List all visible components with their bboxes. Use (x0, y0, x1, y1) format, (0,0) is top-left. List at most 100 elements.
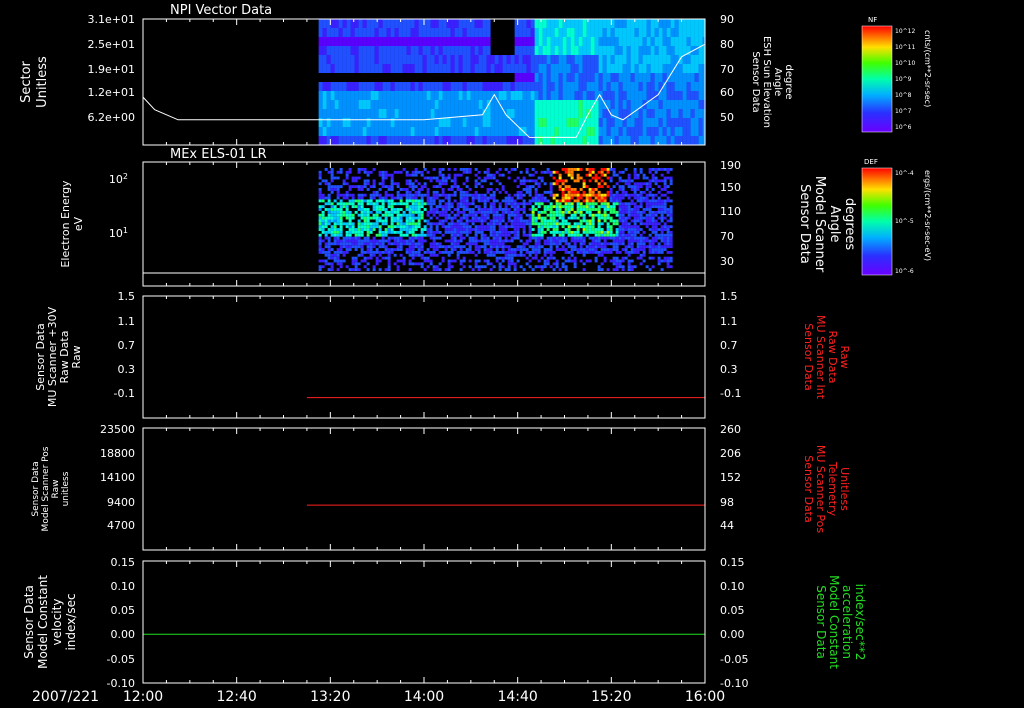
els-cell (420, 253, 424, 257)
npi-cell (626, 91, 631, 101)
npi-cell (550, 100, 555, 110)
els-cell (528, 199, 532, 203)
npi-cell (490, 28, 495, 38)
els-cell (573, 265, 577, 269)
els-cell (519, 225, 523, 229)
npi-ytick: 3.1e+01 (88, 13, 135, 26)
els-cell (501, 248, 505, 251)
npi-cell (682, 64, 687, 74)
npi-cell (598, 127, 603, 137)
els-cell (636, 173, 640, 177)
npi-cell (318, 55, 323, 65)
els-cell (336, 213, 340, 217)
npi-cell (614, 118, 619, 128)
els-cell (321, 225, 325, 229)
els-cell (570, 233, 574, 237)
els-cell (474, 248, 478, 251)
els-cell (591, 216, 595, 220)
els-ytick: 102 (109, 172, 128, 186)
els-cell (498, 268, 502, 271)
npi-cell (550, 73, 555, 83)
els-cell (600, 202, 604, 206)
npi-cell (538, 127, 543, 137)
npi-cell (514, 100, 519, 110)
panel-model-constant: 0.15 0.10 0.05 0.00 -0.05 -0.10 0.15 0.1… (22, 556, 867, 690)
els-cell (447, 239, 451, 243)
els-cell (378, 170, 382, 174)
els-cell (597, 182, 601, 186)
els-cell (402, 222, 406, 226)
npi-cell (526, 82, 531, 92)
els-cell (573, 262, 577, 266)
els-cell (621, 239, 625, 243)
npi-cell (530, 73, 535, 83)
els-cell (405, 208, 409, 211)
els-cell (615, 262, 619, 266)
els-rtick: 190 (720, 159, 741, 172)
els-cell (669, 176, 673, 180)
els-cell (420, 242, 424, 246)
npi-cell (634, 82, 639, 92)
npi-cell (618, 91, 623, 101)
npi-cell (342, 19, 347, 29)
els-cell (354, 185, 358, 189)
els-cell (399, 259, 403, 263)
els-cell (354, 248, 358, 251)
npi-cell (654, 82, 659, 92)
npi-cell (406, 82, 411, 92)
els-cell (396, 239, 400, 243)
els-cell (390, 216, 394, 220)
npi-cell (642, 37, 647, 47)
els-cell (615, 199, 619, 203)
npi-cell (498, 46, 503, 56)
els-cell (450, 210, 454, 214)
npi-cell (454, 55, 459, 65)
els-cell (654, 193, 658, 197)
els-cell (483, 228, 487, 231)
npi-cell (558, 109, 563, 119)
els-cell (405, 199, 409, 203)
npi-cell (326, 127, 331, 137)
els-cell (399, 188, 403, 191)
els-cell (609, 248, 613, 251)
els-cell (537, 236, 541, 240)
els-cell (483, 202, 487, 206)
npi-cell (606, 82, 611, 92)
npi-cell (458, 127, 463, 137)
els-cell (597, 210, 601, 214)
els-cell (456, 202, 460, 206)
npi-cell (434, 19, 439, 29)
els-cell (495, 250, 499, 254)
els-cell (330, 210, 334, 214)
els-cell (384, 210, 388, 214)
npi-cell (318, 73, 323, 83)
els-cell (372, 225, 376, 229)
els-cell (579, 242, 583, 246)
npi-cell (578, 37, 583, 47)
els-cell (570, 245, 574, 249)
els-cell (627, 253, 631, 257)
npi-cell (330, 73, 335, 83)
els-cell (597, 228, 601, 231)
els-cell (405, 182, 409, 186)
els-cell (348, 245, 352, 249)
els-cell (465, 196, 469, 200)
els-cell (588, 228, 592, 231)
els-cell (492, 253, 496, 257)
els-cell (456, 213, 460, 217)
npi-cell (394, 55, 399, 65)
npi-cell (434, 28, 439, 38)
els-cell (387, 193, 391, 197)
els-cell (510, 250, 514, 254)
els-cell (486, 225, 490, 229)
els-cell (441, 233, 445, 237)
els-cell (384, 245, 388, 249)
els-cell (537, 213, 541, 217)
els-cell (585, 208, 589, 211)
npi-cell (662, 46, 667, 56)
npi-cell (558, 118, 563, 128)
els-cell (447, 230, 451, 234)
els-cell (462, 213, 466, 217)
npi-cell (642, 127, 647, 137)
els-cell (516, 222, 520, 226)
